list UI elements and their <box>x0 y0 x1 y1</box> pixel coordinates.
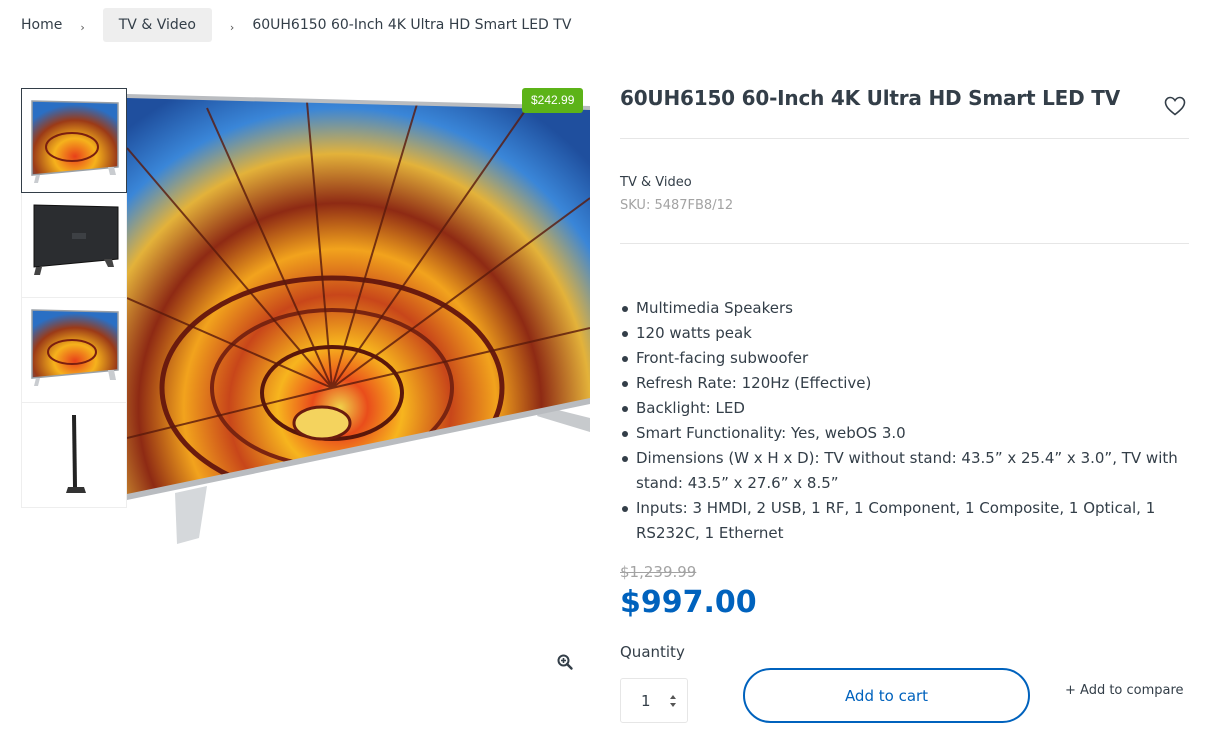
sale-badge: $242.99 <box>522 88 584 113</box>
thumbnail-3[interactable] <box>21 298 127 403</box>
tv-back-thumbnail-image <box>33 204 119 275</box>
title-row: 60UH6150 60-Inch 4K Ultra HD Smart LED T… <box>620 80 1189 139</box>
thumbnail-4[interactable] <box>21 403 127 508</box>
feature-item: 120 watts peak <box>620 321 1189 346</box>
feature-list: Multimedia Speakers 120 watts peak Front… <box>620 296 1189 546</box>
breadcrumb-current: 60UH6150 60-Inch 4K Ultra HD Smart LED T… <box>252 17 572 33</box>
quantity-value[interactable]: 1 <box>641 692 651 710</box>
feature-item: Refresh Rate: 120Hz (Effective) <box>620 371 1189 396</box>
feature-item: Smart Functionality: Yes, webOS 3.0 <box>620 421 1189 446</box>
category-link[interactable]: TV & Video <box>620 172 1189 194</box>
tv-side-thumbnail-image <box>66 415 86 493</box>
quantity-stepper[interactable]: 1 <box>620 678 688 723</box>
feature-item: Dimensions (W x H x D): TV without stand… <box>620 446 1189 496</box>
feature-item: Inputs: 3 HMDI, 2 USB, 1 RF, 1 Component… <box>620 496 1189 546</box>
breadcrumb-category-link[interactable]: TV & Video <box>102 8 212 42</box>
breadcrumb-home-link[interactable]: Home <box>21 17 62 33</box>
thumbnail-gallery <box>21 88 127 508</box>
breadcrumb-separator: › <box>80 20 85 34</box>
feature-item: Front-facing subwoofer <box>620 346 1189 371</box>
thumbnail-1[interactable] <box>21 88 127 193</box>
add-to-cart-button[interactable]: Add to cart <box>743 668 1030 723</box>
product-meta: TV & Video SKU: 5487FB8/12 <box>620 139 1189 244</box>
original-price: $1,239.99 <box>620 563 697 581</box>
main-product-image[interactable] <box>127 88 590 558</box>
spinner-arrows-icon[interactable] <box>669 693 677 709</box>
product-title: 60UH6150 60-Inch 4K Ultra HD Smart LED T… <box>620 86 1120 110</box>
feature-item: Backlight: LED <box>620 396 1189 421</box>
tv-angle-thumbnail-image <box>31 309 119 386</box>
add-to-cart-row: 1 Add to cart + Add to compare <box>620 668 1189 724</box>
feature-item: Multimedia Speakers <box>620 296 1189 321</box>
breadcrumb: Home › TV & Video › 60UH6150 60-Inch 4K … <box>21 7 571 43</box>
quantity-label: Quantity <box>620 643 685 661</box>
thumbnail-2[interactable] <box>21 193 127 298</box>
tv-front-thumbnail-image <box>31 100 119 183</box>
product-summary: 60UH6150 60-Inch 4K Ultra HD Smart LED T… <box>620 80 1189 662</box>
sku-text: SKU: 5487FB8/12 <box>620 198 734 213</box>
breadcrumb-separator: › <box>229 20 235 34</box>
tv-main-image <box>127 94 590 544</box>
add-to-compare-link[interactable]: + Add to compare <box>1065 683 1184 698</box>
sale-price: $997.00 <box>620 585 757 620</box>
zoom-in-icon[interactable] <box>556 653 574 671</box>
heart-icon[interactable] <box>1163 94 1187 118</box>
